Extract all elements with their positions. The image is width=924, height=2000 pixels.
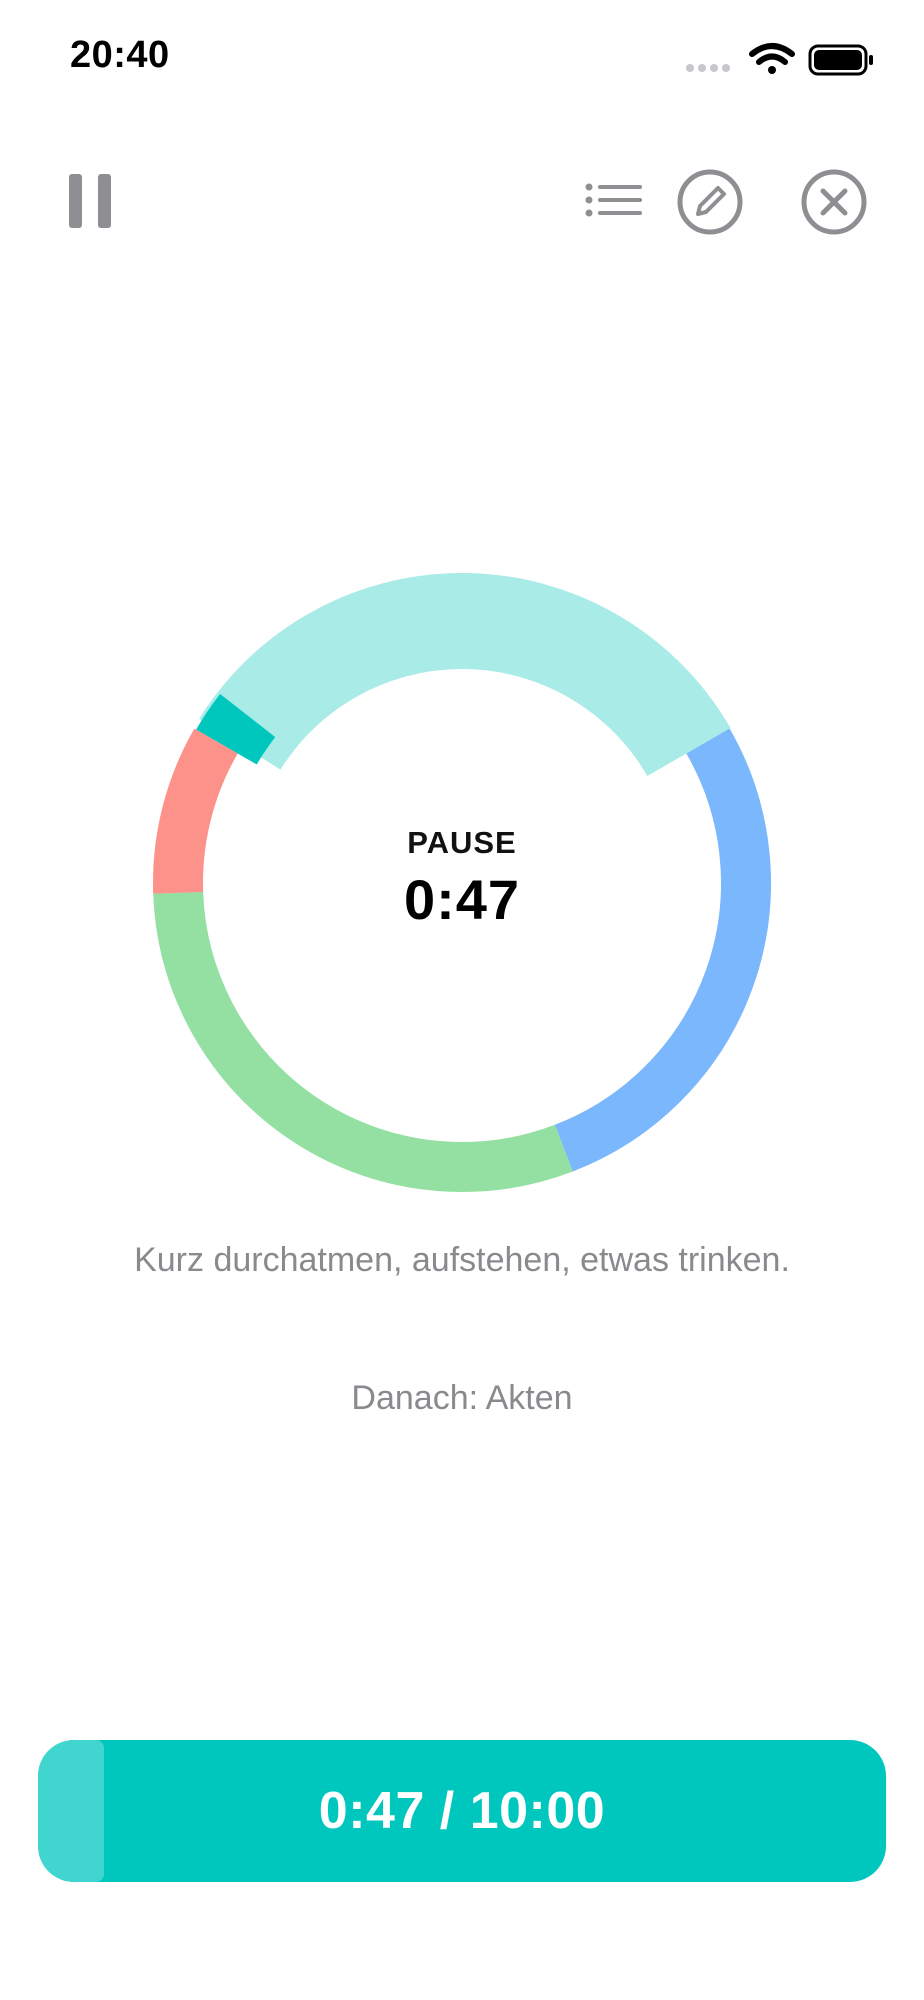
phase-remaining-time: 0:47	[403, 867, 521, 931]
break-message: Kurz durchatmen, aufstehen, etwas trinke…	[134, 1241, 790, 1279]
timer-ring: PAUSE 0:47	[152, 573, 772, 1193]
wifi-icon	[749, 43, 795, 74]
list-button[interactable]	[580, 172, 646, 232]
status-bar: 20:40	[0, 0, 924, 120]
close-button[interactable]	[800, 168, 868, 236]
status-icons	[682, 40, 882, 80]
status-time: 20:40	[70, 34, 170, 76]
edit-pencil-icon	[677, 169, 743, 235]
pause-icon	[69, 174, 111, 228]
pause-button[interactable]	[62, 168, 118, 234]
progress-time-text: 0:47 / 10:00	[318, 1782, 606, 1840]
progress-bar[interactable]: 0:47 / 10:00	[38, 1740, 886, 1882]
battery-icon	[808, 44, 873, 76]
edit-button[interactable]	[676, 168, 744, 236]
next-item-label: Danach: Akten	[351, 1379, 573, 1417]
ring-center: PAUSE 0:47	[152, 573, 772, 1193]
close-circle-icon	[801, 169, 867, 235]
phase-label: PAUSE	[407, 824, 517, 860]
cellular-signal-icon	[686, 64, 730, 72]
list-icon	[585, 183, 642, 217]
